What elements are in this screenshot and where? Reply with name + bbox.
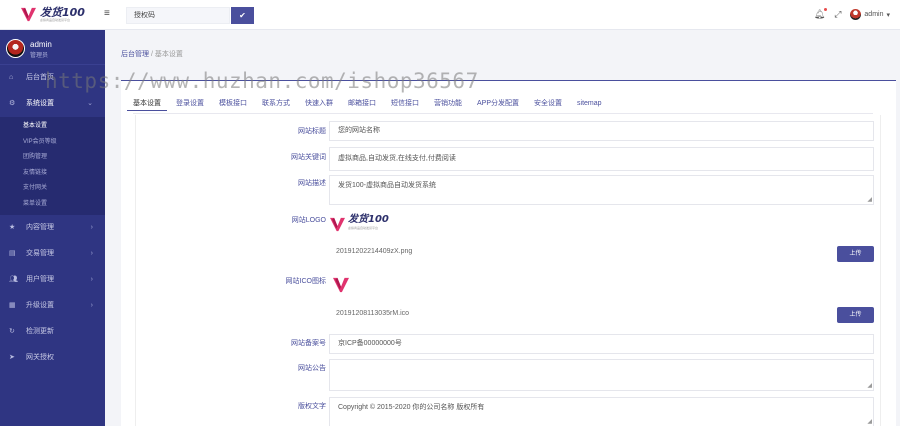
card-icon: ▤ — [9, 250, 16, 257]
resize-handle-icon[interactable]: ◢ — [867, 419, 872, 425]
resize-handle-icon[interactable]: ◢ — [867, 197, 872, 203]
sidebar-submenu: 基本设置 VIP会员等级 团购管理 友情链接 支付网关 菜单设置 — [0, 117, 105, 215]
logo-mark-icon — [332, 277, 349, 292]
site-title-input[interactable]: 您的网站名称 — [329, 121, 874, 141]
site-title-label: 网站标题 — [298, 128, 326, 135]
user-name: admin — [864, 11, 884, 18]
top-bar: 发货100 虚拟商品自动发货平台 ≡ 授权码 ✔ 🔔︎ ⤢ admin ▾ — [0, 0, 900, 30]
sidebar-item-users[interactable]: 👥︎ 用户管理 › — [0, 267, 105, 293]
sidebar-item-upgrade[interactable]: ▦ 升级设置 › — [0, 293, 105, 319]
tab-app[interactable]: APP分发配置 — [477, 99, 519, 111]
icp-input[interactable]: 京ICP备00000000号 — [329, 334, 874, 354]
upgrade-icon: ▦ — [9, 302, 16, 309]
copyright-textarea[interactable]: Copyright © 2015-2020 你的公司名称 版权所有 ◢ — [329, 397, 874, 426]
tab-email[interactable]: 邮箱接口 — [348, 99, 376, 111]
top-right-tools: 🔔︎ ⤢ admin ▾ — [814, 8, 890, 20]
sidebar-subitem-group[interactable]: 团购管理 — [0, 150, 105, 166]
icp-label: 网站备案号 — [291, 340, 326, 347]
notification-dot — [824, 8, 828, 11]
ico-upload-button[interactable]: 上传 — [837, 307, 874, 323]
sidebar-subitem-basic[interactable]: 基本设置 — [0, 119, 105, 135]
gear-icon: ⚙ — [9, 100, 16, 107]
sidebar: admin 管理员 ⌂ 后台首页 ⚙ 系统设置 ⌄ 基本设置 VIP会员等级 团… — [0, 30, 105, 426]
settings-tabs: 基本设置 登录设置 模板接口 联系方式 快速入群 邮箱接口 短信接口 营销功能 … — [127, 99, 617, 111]
send-icon: ➤ — [9, 354, 15, 361]
tab-sitemap[interactable]: sitemap — [577, 99, 602, 111]
keywords-label: 网站关键词 — [291, 154, 326, 161]
sidebar-item-trade[interactable]: ▤ 交易管理 › — [0, 241, 105, 267]
notice-label: 网站公告 — [298, 365, 326, 372]
app-logo[interactable]: 发货100 虚拟商品自动发货平台 — [20, 7, 85, 22]
logo-filename: 20191202214409zX.png — [336, 248, 413, 255]
logo-upload-button[interactable]: 上传 — [837, 246, 874, 262]
sidebar-subitem-payment[interactable]: 支付网关 — [0, 181, 105, 197]
chevron-right-icon: › — [90, 302, 93, 309]
tabs-divider — [133, 113, 873, 114]
description-textarea[interactable]: 发货100-虚拟商品自动发货系统 ◢ — [329, 175, 874, 205]
sidebar-item-system-settings[interactable]: ⚙ 系统设置 ⌄ — [0, 91, 105, 117]
sidebar-item-dashboard[interactable]: ⌂ 后台首页 — [0, 65, 105, 91]
sidebar-subitem-menu[interactable]: 菜单设置 — [0, 197, 105, 213]
user-menu[interactable]: admin ▾ — [850, 9, 890, 20]
tab-login[interactable]: 登录设置 — [176, 99, 204, 111]
profile-name: admin — [30, 40, 52, 49]
star-icon: ★ — [9, 224, 16, 231]
chevron-right-icon: › — [90, 250, 93, 257]
check-icon: ✔ — [239, 11, 246, 20]
resize-handle-icon[interactable]: ◢ — [867, 383, 872, 389]
description-label: 网站描述 — [298, 180, 326, 187]
logo-mark-icon — [21, 7, 36, 22]
sidebar-subitem-links[interactable]: 友情链接 — [0, 166, 105, 182]
sidebar-item-check-update[interactable]: ↻ 检测更新 — [0, 319, 105, 345]
sidebar-item-gateway-auth[interactable]: ➤ 网关授权 — [0, 345, 105, 371]
menu-toggle-icon[interactable]: ≡ — [104, 9, 112, 19]
chevron-right-icon: › — [90, 224, 93, 231]
ico-preview — [329, 273, 352, 296]
fullscreen-icon[interactable]: ⤢ — [834, 9, 841, 20]
logo-preview-text: 发货100 虚拟商品自动发货平台 — [348, 214, 389, 231]
logo-label: 网站LOGO — [291, 217, 326, 224]
ico-label: 网站ICO图标 — [285, 278, 326, 285]
chevron-right-icon: › — [90, 276, 93, 283]
tab-template[interactable]: 模板接口 — [219, 99, 247, 111]
search-input[interactable]: 授权码 — [126, 7, 230, 24]
breadcrumb-home[interactable]: 后台管理 — [121, 51, 149, 58]
sidebar-subitem-vip[interactable]: VIP会员等级 — [0, 135, 105, 151]
users-icon: 👥︎ — [9, 276, 18, 283]
breadcrumb-separator: / — [150, 51, 153, 58]
logo-preview: 发货100 虚拟商品自动发货平台 — [329, 211, 395, 237]
tab-basic[interactable]: 基本设置 — [127, 99, 167, 111]
chevron-down-icon: ▾ — [886, 11, 890, 19]
home-icon: ⌂ — [9, 74, 14, 81]
tab-contact[interactable]: 联系方式 — [262, 99, 290, 111]
profile-role: 管理员 — [30, 53, 49, 59]
logo-mark-icon — [330, 217, 345, 231]
tab-security[interactable]: 安全设置 — [534, 99, 562, 111]
profile-card: admin 管理员 — [0, 30, 105, 65]
basic-settings-form: 网站标题 您的网站名称 网站关键词 虚拟商品,自动发货,在线支付,付费阅读 网站… — [135, 115, 881, 426]
bell-icon[interactable]: 🔔︎ — [814, 8, 828, 20]
breadcrumb-current: 基本设置 — [154, 51, 183, 58]
chevron-down-icon: ⌄ — [87, 100, 93, 107]
notice-textarea[interactable]: ◢ — [329, 359, 874, 391]
profile-avatar — [6, 39, 25, 58]
avatar — [850, 9, 862, 20]
search-submit-button[interactable]: ✔ — [231, 7, 254, 24]
settings-panel: 基本设置 登录设置 模板接口 联系方式 快速入群 邮箱接口 短信接口 营销功能 … — [121, 80, 896, 426]
breadcrumb: 后台管理 / 基本设置 — [121, 49, 183, 59]
sidebar-item-content[interactable]: ★ 内容管理 › — [0, 215, 105, 241]
refresh-icon: ↻ — [9, 328, 15, 335]
tab-sms[interactable]: 短信接口 — [391, 99, 419, 111]
tab-group[interactable]: 快速入群 — [305, 99, 333, 111]
keywords-input[interactable]: 虚拟商品,自动发货,在线支付,付费阅读 — [329, 147, 874, 171]
ico-filename: 20191208113035rM.ico — [336, 310, 410, 317]
tab-marketing[interactable]: 营销功能 — [434, 99, 462, 111]
logo-text: 发货100 虚拟商品自动发货平台 — [40, 5, 85, 22]
copyright-label: 版权文字 — [298, 403, 326, 410]
